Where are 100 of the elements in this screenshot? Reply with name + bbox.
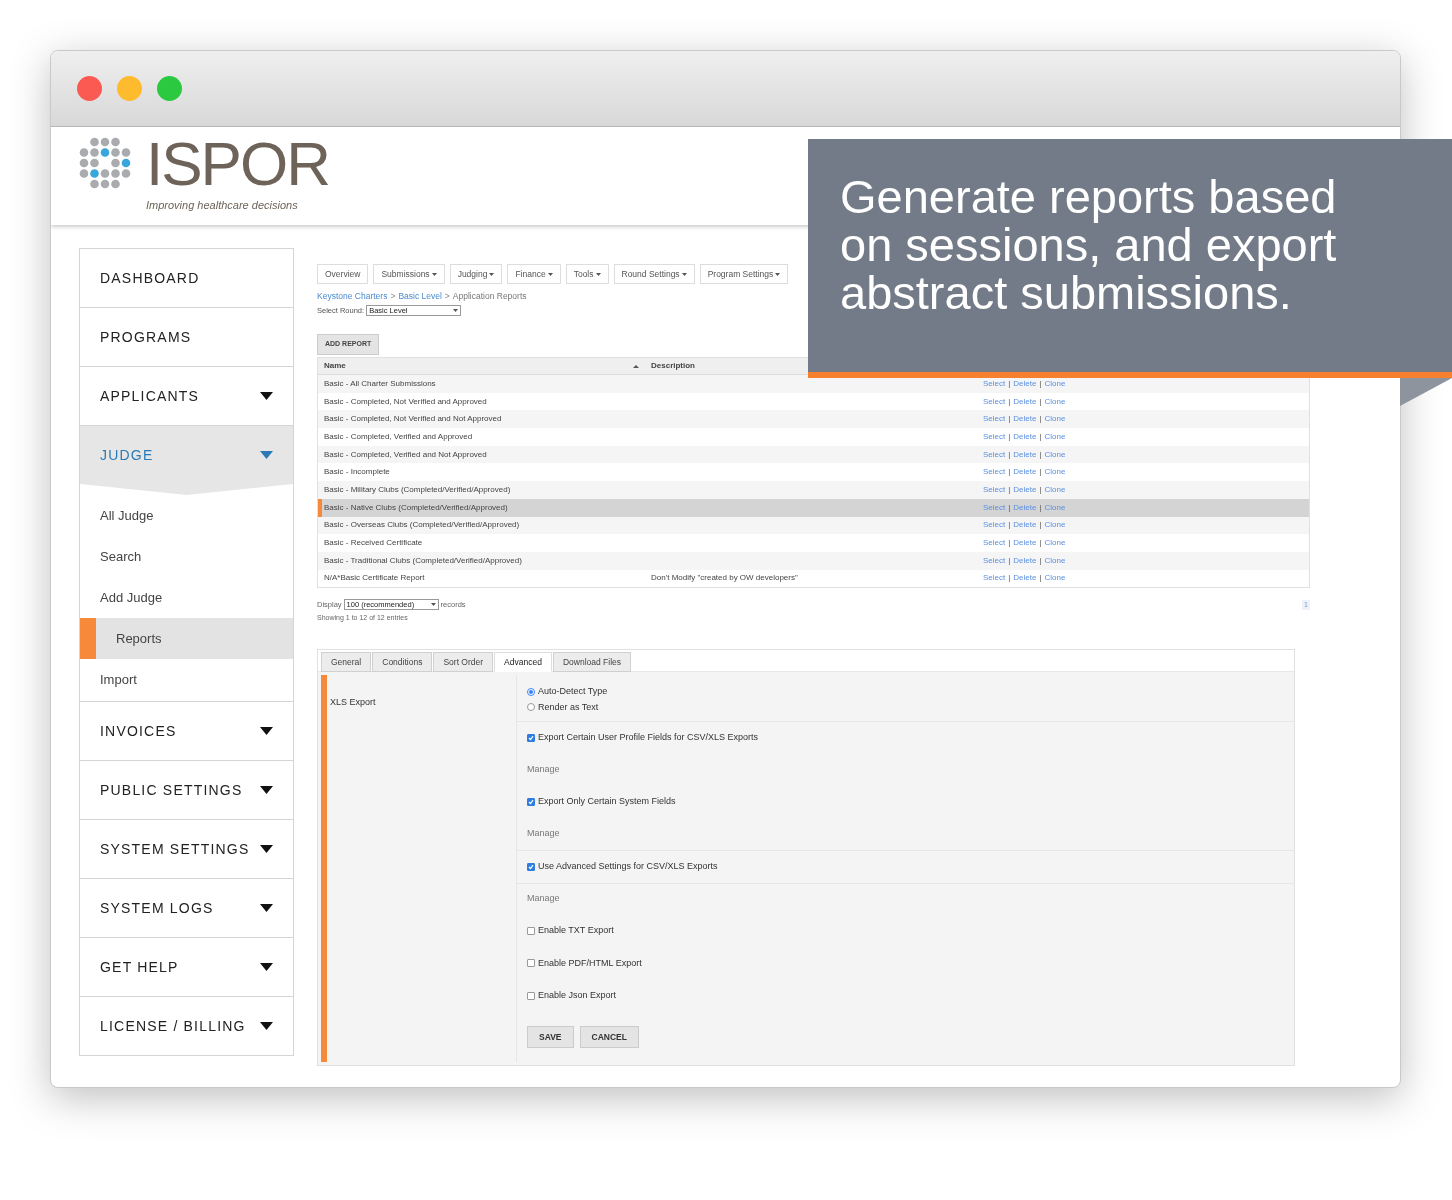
action-link[interactable]: Delete: [1013, 430, 1037, 443]
caret-icon: [260, 727, 273, 735]
action-link[interactable]: Select: [983, 572, 1006, 585]
separator-text: |: [1008, 430, 1011, 443]
action-link[interactable]: Clone: [1044, 572, 1066, 585]
separator-text: |: [1039, 413, 1042, 426]
column-header[interactable]: Description: [645, 358, 795, 374]
table-cell: Don't Modify "created by OW developers": [651, 573, 798, 583]
sidebar-item[interactable]: All Judge: [80, 495, 293, 536]
sidebar-item[interactable]: Search: [80, 536, 293, 577]
maximize-window-icon[interactable]: [157, 76, 182, 101]
action-link[interactable]: Select: [983, 395, 1006, 408]
separator-text: |: [1008, 483, 1011, 496]
nav-tab[interactable]: Judging: [449, 264, 503, 284]
nav-tab[interactable]: Submissions: [373, 264, 445, 284]
action-link[interactable]: Clone: [1044, 466, 1066, 479]
breadcrumb-link[interactable]: Keystone Charters: [317, 290, 388, 303]
table-cell-text: Basic - Military Clubs (Completed/Verified/Approved): [323, 483, 512, 496]
form-tab[interactable]: Advanced: [494, 652, 552, 672]
manage-link[interactable]: Manage: [527, 827, 560, 841]
action-link[interactable]: Clone: [1044, 537, 1066, 550]
form-tab[interactable]: Conditions: [372, 652, 433, 672]
separator-text: |: [1008, 554, 1011, 567]
sidebar-item[interactable]: Reports: [80, 618, 293, 659]
table-cell-text: Basic - Traditional Clubs (Completed/Verified/Approved): [323, 554, 523, 567]
logo-dots-icon: [79, 137, 132, 190]
action-link[interactable]: Clone: [1044, 430, 1066, 443]
sort-up-icon: [633, 364, 639, 368]
caret-icon: [260, 845, 273, 853]
caret-icon: [431, 272, 437, 276]
close-window-icon[interactable]: [77, 76, 102, 101]
caret-icon: [489, 272, 495, 276]
separator-text: |: [1008, 466, 1011, 479]
action-link[interactable]: Select: [983, 466, 1006, 479]
radio-button[interactable]: [527, 703, 535, 712]
form-tab[interactable]: Download Files: [552, 652, 632, 672]
separator-text: |: [1039, 501, 1042, 514]
caret-icon: [595, 272, 601, 276]
form-tab[interactable]: Sort Order: [433, 652, 494, 672]
checkbox[interactable]: [527, 733, 535, 742]
separator-text: |: [1008, 448, 1011, 461]
table-cell-text: Basic - Overseas Clubs (Completed/Verified/Approved): [323, 519, 521, 532]
action-link[interactable]: Select: [983, 430, 1006, 443]
nav-tab[interactable]: Overview: [317, 264, 369, 284]
breadcrumb-link[interactable]: Basic Level: [398, 290, 442, 303]
separator-text: |: [1039, 448, 1042, 461]
caret-icon: [260, 963, 273, 971]
action-link[interactable]: Delete: [1013, 537, 1037, 550]
checkbox[interactable]: [527, 926, 535, 935]
checkbox[interactable]: [527, 959, 535, 968]
checkbox[interactable]: [527, 862, 535, 871]
manage-link[interactable]: Manage: [527, 892, 560, 906]
checkbox-label: Export Certain User Profile Fields for CSV/XLS Exports: [538, 731, 759, 744]
caret-icon: [681, 272, 687, 276]
caret-icon: [260, 786, 273, 794]
action-link[interactable]: Select: [983, 537, 1006, 550]
checkbox[interactable]: [527, 797, 535, 806]
action-link[interactable]: Delete: [1013, 466, 1037, 479]
caret-icon: [547, 272, 553, 276]
action-link[interactable]: Delete: [1013, 395, 1037, 408]
sidebar-item[interactable]: Import: [80, 659, 293, 700]
manage-link[interactable]: Manage: [527, 762, 560, 777]
checkbox-label: Enable PDF/HTML Export: [538, 956, 642, 970]
separator-text: |: [1039, 466, 1042, 479]
separator-text: |: [1039, 554, 1042, 567]
table-cell-text: N/A*Basic Certificate Report: [323, 572, 426, 585]
nav-tab[interactable]: Tools: [565, 264, 609, 284]
callout-text: Generate reports based on sessions, and export abstract submissions.: [840, 173, 1338, 317]
nav-tab[interactable]: Finance: [507, 264, 561, 284]
caret-icon: [260, 392, 273, 400]
nav-tab[interactable]: Program Settings: [699, 264, 789, 284]
column-header[interactable]: Name: [318, 358, 645, 374]
separator-text: |: [1008, 537, 1011, 550]
logo-tagline: Improving healthcare decisions: [146, 198, 299, 213]
checkbox-label: Export Only Certain System Fields: [538, 795, 676, 808]
table-cell-text: Basic - Received Certificate: [323, 537, 424, 550]
action-link[interactable]: Delete: [1013, 572, 1037, 585]
cancel-button[interactable]: CANCEL: [579, 1026, 639, 1048]
logo-wordmark: ISPOR: [146, 129, 329, 199]
separator-text: |: [1039, 483, 1042, 496]
separator-text: |: [1008, 395, 1011, 408]
caret-icon: [260, 1022, 273, 1030]
caret-icon: [260, 451, 273, 459]
separator-text: |: [1039, 377, 1042, 390]
checkbox[interactable]: [527, 991, 535, 1000]
caret-icon: [260, 904, 273, 912]
separator-text: |: [1008, 501, 1011, 514]
caret-icon: [453, 308, 459, 312]
radio-button[interactable]: [527, 687, 535, 696]
form-tab[interactable]: General: [321, 652, 372, 672]
nav-tab[interactable]: Round Settings: [613, 264, 695, 284]
table-cell-text: Basic - Completed, Not Verified and Approved: [323, 395, 488, 408]
table-cell-text: Basic - Completed, Verified and Approved: [323, 430, 474, 443]
sidebar-item[interactable]: Add Judge: [80, 577, 293, 618]
save-button[interactable]: SAVE: [527, 1026, 574, 1048]
radio-label: Render as Text: [538, 700, 599, 714]
separator-text: |: [1039, 519, 1042, 532]
separator-text: |: [1039, 572, 1042, 585]
separator-text: |: [1008, 572, 1011, 585]
action-link[interactable]: Clone: [1044, 395, 1066, 408]
